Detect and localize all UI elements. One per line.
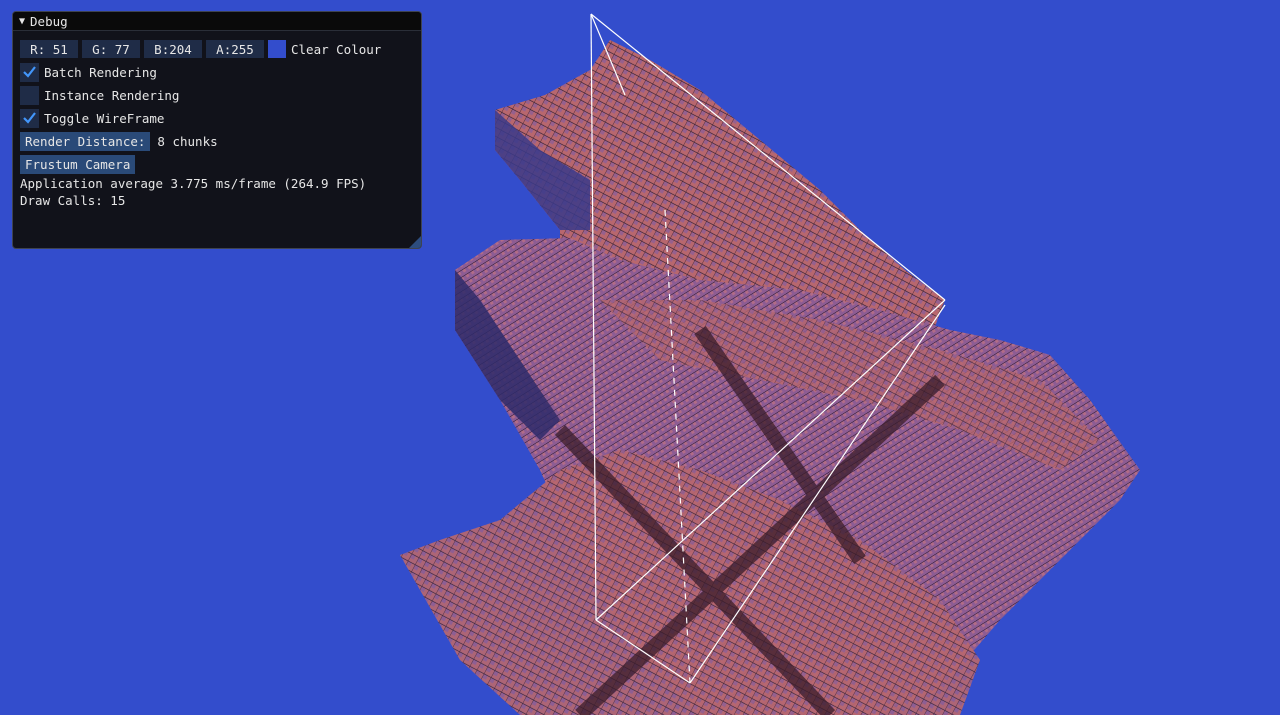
- instance-rendering-checkbox[interactable]: [20, 85, 39, 105]
- batch-rendering-row[interactable]: Batch Rendering: [20, 62, 414, 82]
- debug-window-titlebar[interactable]: ▼ Debug: [13, 12, 421, 31]
- alpha-component-input[interactable]: A:255: [206, 40, 264, 58]
- toggle-wireframe-checkbox[interactable]: [20, 108, 39, 128]
- debug-window-title: Debug: [30, 13, 68, 29]
- debug-window[interactable]: ▼ Debug R: 51 G: 77 B:204 A:255 Clear Co…: [12, 11, 422, 249]
- clear-colour-swatch[interactable]: [268, 40, 286, 58]
- checkmark-icon: [23, 66, 36, 78]
- fps-stats-text: Application average 3.775 ms/frame (264.…: [20, 176, 367, 191]
- draw-calls-text: Draw Calls: 15: [20, 193, 126, 208]
- frustum-camera-row: Frustum Camera: [20, 154, 414, 174]
- instance-rendering-row[interactable]: Instance Rendering: [20, 85, 414, 105]
- clear-colour-row: R: 51 G: 77 B:204 A:255 Clear Colour: [20, 39, 414, 59]
- collapse-triangle-icon[interactable]: ▼: [19, 16, 25, 27]
- frustum-camera-button[interactable]: Frustum Camera: [20, 154, 136, 174]
- blue-component-input[interactable]: B:204: [144, 40, 202, 58]
- red-component-input[interactable]: R: 51: [20, 40, 78, 58]
- render-distance-button[interactable]: Render Distance:: [20, 131, 151, 151]
- render-distance-row: Render Distance: 8 chunks: [20, 131, 414, 151]
- checkmark-icon: [23, 112, 36, 124]
- render-distance-value: 8 chunks: [157, 133, 218, 149]
- toggle-wireframe-row[interactable]: Toggle WireFrame: [20, 108, 414, 128]
- resize-grip-icon[interactable]: [409, 236, 421, 248]
- clear-colour-label: Clear Colour: [291, 41, 382, 57]
- batch-rendering-checkbox[interactable]: [20, 62, 39, 82]
- batch-rendering-label: Batch Rendering: [44, 64, 157, 80]
- toggle-wireframe-label: Toggle WireFrame: [44, 110, 165, 126]
- green-component-input[interactable]: G: 77: [82, 40, 140, 58]
- instance-rendering-label: Instance Rendering: [44, 87, 180, 103]
